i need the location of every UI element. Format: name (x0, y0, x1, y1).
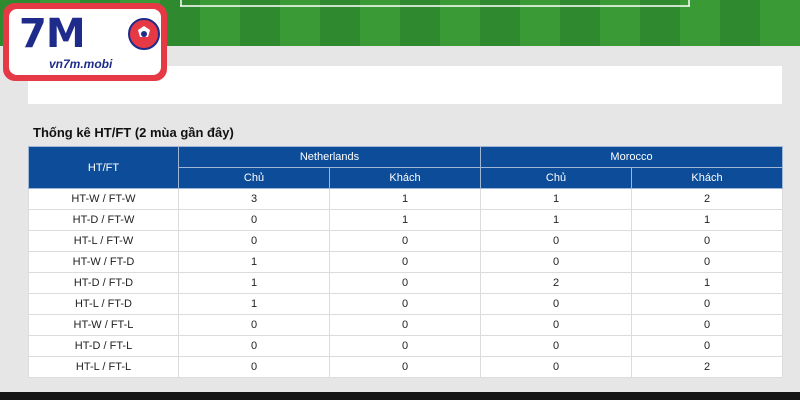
stat-cell: 1 (178, 251, 330, 273)
stat-cell: 0 (328, 293, 482, 315)
stat-cell: 0 (328, 314, 482, 336)
stat-cell: 0 (328, 272, 482, 294)
stat-cell: 0 (178, 209, 330, 231)
table-row: HT-D / FT-W 0 1 1 1 (28, 209, 784, 231)
stat-cell: 0 (480, 356, 633, 378)
row-label: HT-W / FT-L (28, 314, 179, 336)
section-title: Thống kê HT/FT (2 mùa gần đây) (33, 125, 234, 140)
stat-cell: 0 (328, 230, 482, 252)
stat-cell: 1 (480, 209, 633, 231)
site-logo[interactable]: 7M vn7m.mobi (3, 3, 167, 81)
row-label: HT-L / FT-D (28, 293, 179, 315)
table-row: HT-W / FT-D 1 0 0 0 (28, 251, 784, 273)
stat-cell: 1 (631, 272, 784, 294)
stat-cell: 2 (631, 188, 784, 210)
stat-cell: 2 (631, 356, 784, 378)
row-label: HT-L / FT-L (28, 356, 179, 378)
stat-cell: 0 (328, 335, 482, 357)
stat-cell: 0 (631, 335, 784, 357)
row-label: HT-D / FT-D (28, 272, 179, 294)
stat-cell: 1 (178, 272, 330, 294)
stat-cell: 0 (480, 230, 633, 252)
stat-cell: 0 (631, 293, 784, 315)
soccer-ball-icon (128, 18, 160, 50)
stat-cell: 0 (631, 251, 784, 273)
footer-bar (0, 392, 800, 400)
stat-cell: 0 (328, 251, 482, 273)
stat-cell: 0 (480, 335, 633, 357)
stat-cell: 0 (480, 251, 633, 273)
stat-cell: 0 (178, 314, 330, 336)
row-label: HT-L / FT-W (28, 230, 179, 252)
stat-cell: 0 (328, 356, 482, 378)
stat-cell: 1 (480, 188, 633, 210)
htft-header: HT/FT (28, 146, 179, 189)
table-row: HT-W / FT-W 3 1 1 2 (28, 188, 784, 210)
subheader-away: Khách (328, 167, 482, 189)
logo-badge: 7M vn7m.mobi (9, 9, 161, 75)
table-row: HT-L / FT-W 0 0 0 0 (28, 230, 784, 252)
stat-cell: 0 (480, 293, 633, 315)
stat-cell: 0 (480, 314, 633, 336)
team-header-netherlands: Netherlands (177, 146, 482, 168)
stat-cell: 1 (631, 209, 784, 231)
table-row: HT-D / FT-D 1 0 2 1 (28, 272, 784, 294)
stat-cell: 1 (328, 209, 482, 231)
row-label: HT-W / FT-W (28, 188, 179, 210)
logo-mark: 7M (19, 11, 86, 57)
stat-cell: 1 (328, 188, 482, 210)
stat-cell: 0 (178, 356, 330, 378)
team-header-morocco: Morocco (480, 146, 784, 168)
table-row: HT-L / FT-D 1 0 0 0 (28, 293, 784, 315)
logo-url: vn7m.mobi (49, 57, 113, 71)
table-row: HT-L / FT-L 0 0 0 2 (28, 356, 784, 378)
subheader-away: Khách (631, 167, 784, 189)
subheader-home: Chủ (480, 167, 633, 189)
row-label: HT-D / FT-L (28, 335, 179, 357)
row-label: HT-D / FT-W (28, 209, 179, 231)
table-row: HT-W / FT-L 0 0 0 0 (28, 314, 784, 336)
stat-cell: 0 (631, 230, 784, 252)
row-label: HT-W / FT-D (28, 251, 179, 273)
stat-cell: 0 (178, 335, 330, 357)
stat-cell: 3 (178, 188, 330, 210)
stat-cell: 0 (178, 230, 330, 252)
stat-cell: 2 (480, 272, 633, 294)
subheader-home: Chủ (178, 167, 330, 189)
table-row: HT-D / FT-L 0 0 0 0 (28, 335, 784, 357)
stat-cell: 1 (178, 293, 330, 315)
stat-cell: 0 (631, 314, 784, 336)
htft-stats-table: HT/FT Netherlands Morocco Chủ Khách Chủ … (28, 146, 784, 378)
